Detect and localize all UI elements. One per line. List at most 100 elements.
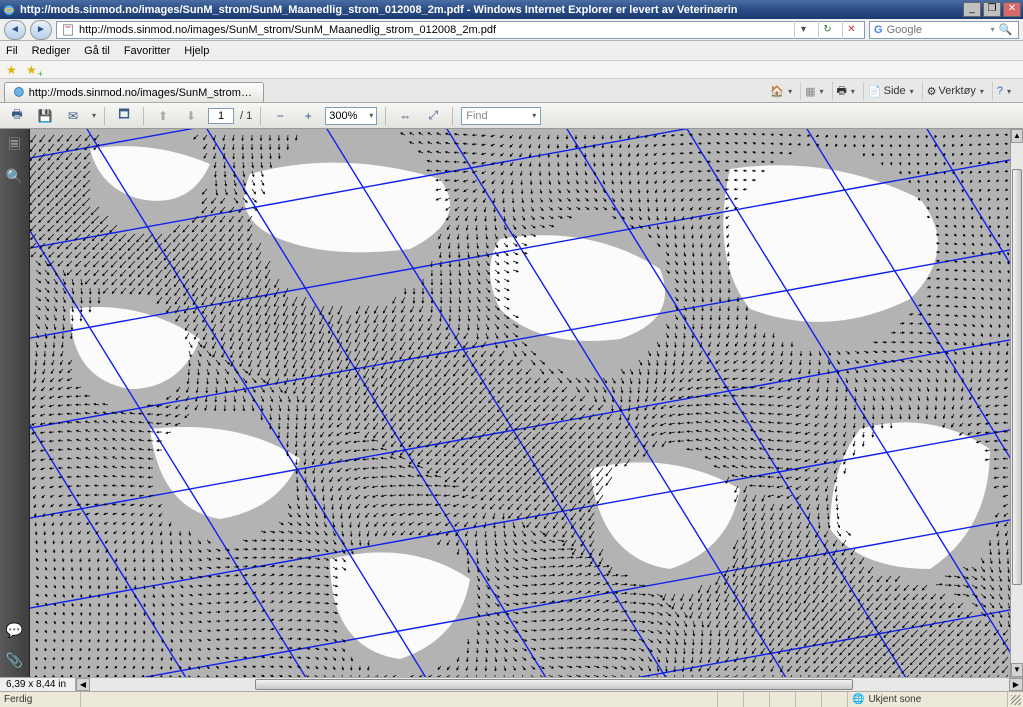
pdf-email-button[interactable]: ✉ [62, 106, 84, 126]
pdf-content-area: 🗏 🔍 💬 📎 [0, 129, 1023, 677]
pdf-next-page-button[interactable]: ⬇ [180, 106, 202, 126]
zone-icon: 🌐 [852, 694, 864, 705]
arrow-up-icon: ⬆ [158, 109, 168, 123]
status-cell-3 [769, 692, 795, 707]
address-bar-row: ◄ ► ▾ ↻ ✕ G ▾ 🔍 [0, 19, 1023, 41]
pdf-fit-width-button[interactable]: ⇔ [394, 106, 416, 126]
menu-rediger[interactable]: Rediger [32, 45, 71, 57]
address-input[interactable] [79, 23, 788, 37]
vertical-scrollbar[interactable]: ▲ ▼ [1010, 129, 1023, 677]
status-bar: Ferdig 🌐 Ukjent sone [0, 691, 1023, 707]
refresh-button[interactable]: ↻ [818, 21, 836, 39]
feeds-icon: ▦ [805, 85, 815, 98]
menu-bar: Fil Rediger Gå til Favoritter Hjelp [0, 41, 1023, 61]
separator [143, 107, 144, 125]
pdf-thumbnails-button[interactable]: 🗏 [6, 137, 24, 155]
close-button[interactable]: ✕ [1003, 2, 1021, 17]
pdf-save-button[interactable]: 💾 [34, 106, 56, 126]
print-button[interactable]: 🖶▾ [832, 82, 859, 100]
arrow-down-icon: ⬇ [186, 109, 196, 123]
dropdown-icon: ▾ [980, 87, 984, 96]
pdf-document-canvas[interactable] [30, 129, 1010, 677]
status-cell-1 [717, 692, 743, 707]
pdf-bookmarks-button[interactable]: 🔍 [6, 167, 24, 185]
search-box[interactable]: G ▾ 🔍 [869, 21, 1019, 39]
dropdown-icon: ▾ [788, 87, 792, 96]
scroll-down-button[interactable]: ▼ [1011, 663, 1023, 677]
home-button[interactable]: 🏠▾ [766, 82, 796, 100]
scroll-right-button[interactable]: ▶ [1009, 678, 1023, 691]
favorites-row: ★ ★+ [0, 61, 1023, 79]
pdf-document-wrap: ▲ ▼ [30, 129, 1023, 677]
pdf-zoom-in-button[interactable]: + [297, 106, 319, 126]
pdf-page-total: / 1 [240, 110, 252, 122]
menu-gatil[interactable]: Gå til [84, 45, 110, 57]
menu-favoritter[interactable]: Favoritter [124, 45, 170, 57]
window-title: http://mods.sinmod.no/images/SunM_strom/… [20, 4, 963, 16]
horizontal-scrollbar[interactable]: ◀ ▶ [76, 678, 1023, 691]
title-bar: http://mods.sinmod.no/images/SunM_strom/… [0, 0, 1023, 19]
address-dropdown-button[interactable]: ▾ [794, 21, 812, 39]
feeds-button[interactable]: ▦▾ [800, 82, 827, 100]
dropdown-icon: ▾ [532, 111, 536, 120]
pdf-zoom-out-button[interactable]: − [269, 106, 291, 126]
favorites-star-icon[interactable]: ★ [6, 63, 20, 77]
stop-button[interactable]: ✕ [842, 21, 860, 39]
search-go-button[interactable]: 🔍 [999, 23, 1013, 36]
home-icon: 🏠 [770, 85, 784, 98]
pdf-page-input[interactable] [208, 108, 234, 124]
forward-button[interactable]: ► [30, 20, 52, 40]
dropdown-icon: ▾ [851, 87, 855, 96]
printer-icon: 🖶 [11, 105, 22, 126]
status-stretch [80, 692, 717, 707]
pdf-attachments-button[interactable]: 📎 [6, 651, 24, 669]
pdf-dimensions: 6,39 x 8,44 in [0, 678, 76, 691]
fit-width-icon: ⇔ [399, 109, 411, 123]
pdf-zoom-select[interactable]: 300%▾ [325, 107, 377, 125]
tabs-row: http://mods.sinmod.no/images/SunM_strom/… [0, 79, 1023, 103]
browser-tab[interactable]: http://mods.sinmod.no/images/SunM_strom/… [4, 82, 264, 102]
page-icon [61, 23, 75, 37]
address-field[interactable]: ▾ ↻ ✕ [56, 21, 865, 39]
ie-icon [2, 3, 16, 17]
help-icon: ? [997, 85, 1003, 97]
help-button[interactable]: ?▾ [992, 82, 1015, 100]
print-icon: 🖶 [837, 82, 847, 101]
scroll-track[interactable] [90, 678, 1009, 691]
page-menu-button[interactable]: 📄Side▾ [863, 82, 918, 100]
separator [104, 107, 105, 125]
dropdown-icon[interactable]: ▾ [92, 111, 96, 120]
email-icon: ✉ [68, 109, 78, 123]
zoom-out-icon: − [277, 109, 284, 123]
status-cell-5 [821, 692, 847, 707]
pdf-zoom-value: 300% [329, 110, 357, 122]
pdf-find-box[interactable]: Find ▾ [461, 107, 541, 125]
dropdown-icon: ▾ [1007, 87, 1011, 96]
pdf-pages-panel-button[interactable]: 🗖 [113, 106, 135, 126]
dropdown-icon: ▾ [910, 87, 914, 96]
resize-grip[interactable] [1007, 692, 1023, 707]
pdf-prev-page-button[interactable]: ⬆ [152, 106, 174, 126]
maximize-button[interactable]: ❐ [983, 2, 1001, 17]
search-provider-icon: G [874, 24, 883, 36]
add-favorite-icon[interactable]: ★+ [26, 63, 40, 77]
tab-label: http://mods.sinmod.no/images/SunM_strom/… [29, 87, 255, 99]
status-zone-label: Ukjent sone [868, 694, 921, 705]
pdf-find-placeholder: Find [466, 110, 487, 122]
pdf-print-button[interactable]: 🖶 [6, 106, 28, 126]
scroll-thumb[interactable] [1012, 169, 1022, 585]
scroll-track[interactable] [1011, 143, 1023, 663]
scroll-up-button[interactable]: ▲ [1011, 129, 1023, 143]
menu-hjelp[interactable]: Hjelp [184, 45, 209, 57]
scroll-thumb[interactable] [255, 679, 852, 690]
back-button[interactable]: ◄ [4, 20, 26, 40]
pdf-comments-button[interactable]: 💬 [6, 621, 24, 639]
scroll-left-button[interactable]: ◀ [76, 678, 90, 691]
tools-menu-button[interactable]: ⚙Verktøy▾ [922, 82, 988, 100]
pdf-fit-page-button[interactable]: ⤢ [422, 106, 444, 126]
search-input[interactable] [887, 24, 987, 36]
save-icon: 💾 [38, 109, 53, 123]
search-dropdown-button[interactable]: ▾ [991, 25, 995, 34]
menu-fil[interactable]: Fil [6, 45, 18, 57]
minimize-button[interactable]: _ [963, 2, 981, 17]
